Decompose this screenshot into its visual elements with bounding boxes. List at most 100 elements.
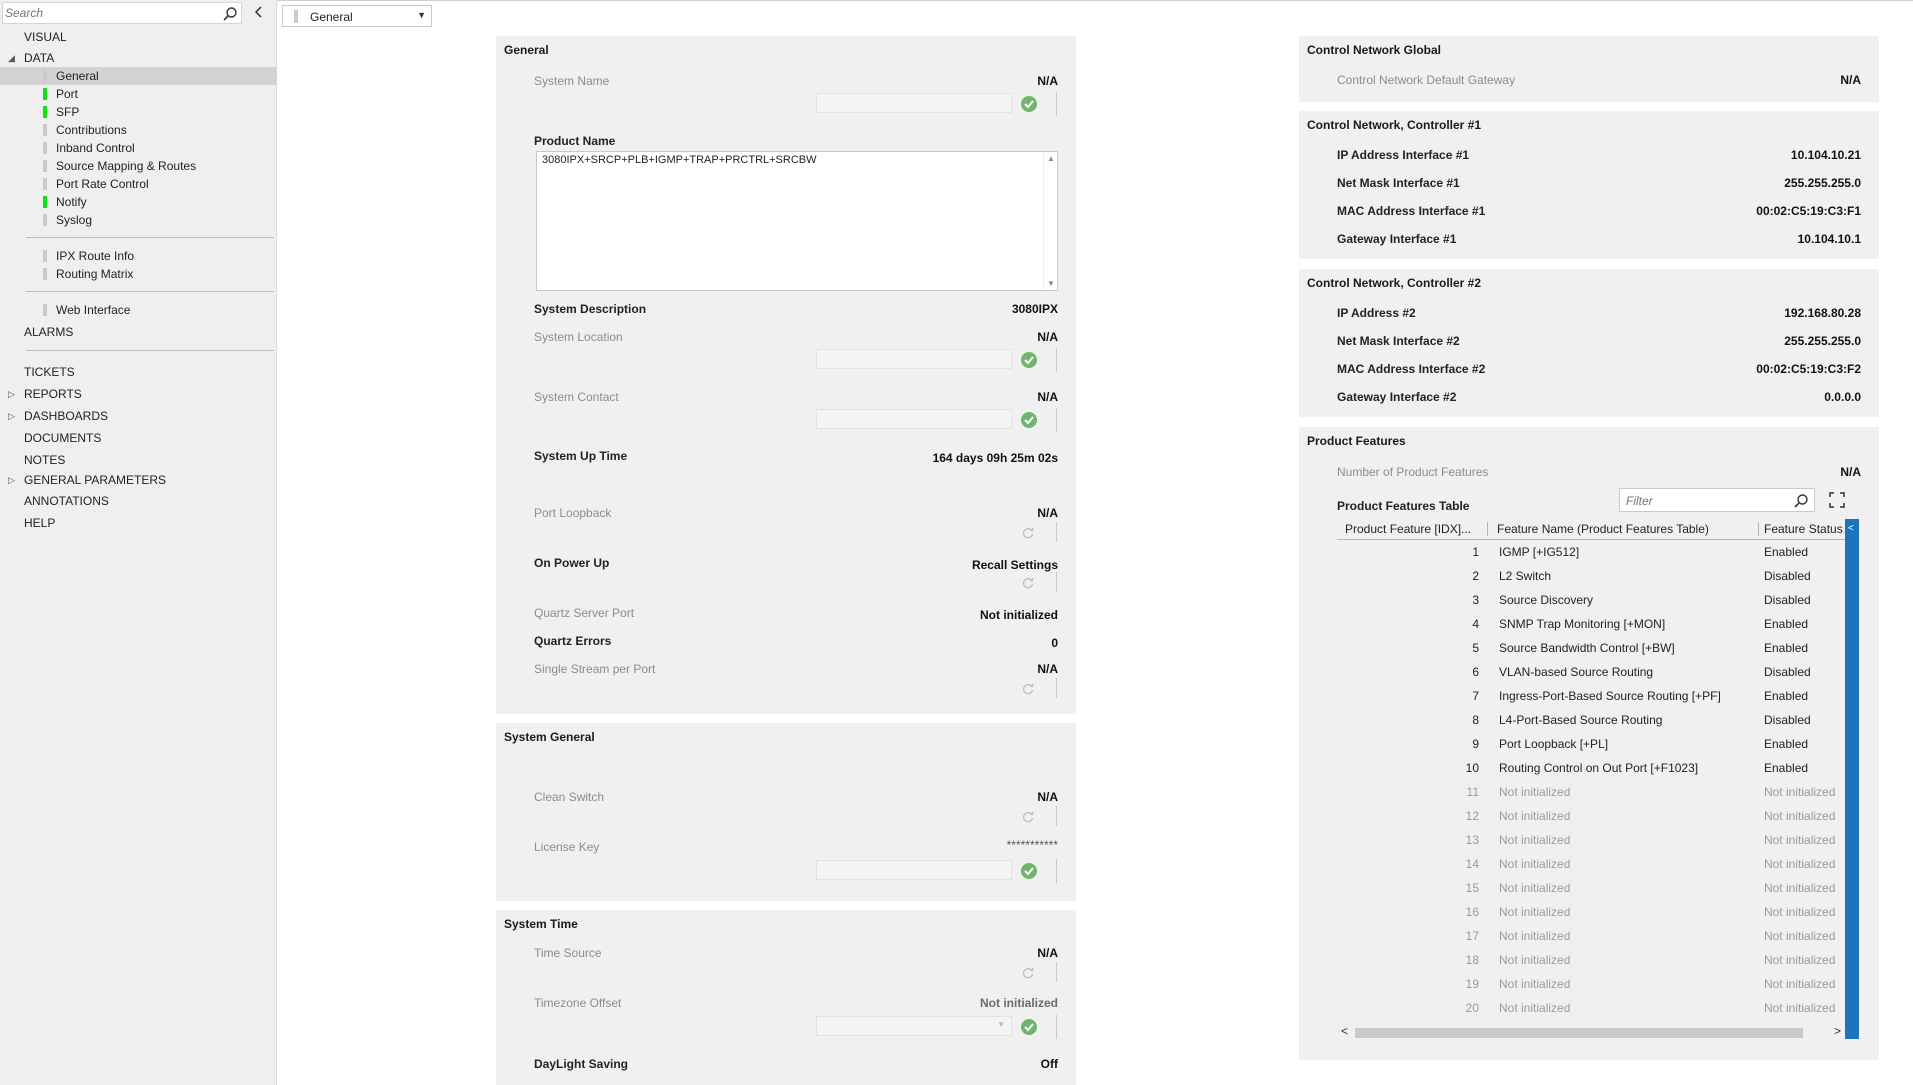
check-icon[interactable] [1020, 351, 1038, 369]
nav-general-parameters[interactable]: ▷ GENERAL PARAMETERS [0, 471, 277, 489]
sidebar-item-notify[interactable]: Notify [0, 193, 277, 211]
chevron-left-icon[interactable]: < [1848, 523, 1854, 534]
sidebar-item-general[interactable]: General [0, 67, 277, 85]
column-header-idx[interactable]: Product Feature [IDX]... [1345, 519, 1483, 539]
refresh-icon[interactable] [1021, 526, 1035, 540]
expand-arrow-icon[interactable]: ▷ [8, 385, 18, 403]
feature-index-cell: 13 [1465, 833, 1479, 847]
filter-input[interactable] [1626, 493, 1786, 509]
fullscreen-icon[interactable] [1828, 491, 1846, 509]
scroll-down-icon[interactable]: ▼ [1047, 279, 1055, 288]
column-header-status[interactable]: Feature Status... [1764, 519, 1844, 539]
table-row[interactable]: 2 L2 Switch Disabled [1337, 564, 1845, 588]
product-name-textarea[interactable]: 3080IPX+SRCP+PLB+IGMP+TRAP+PRCTRL+SRCBW … [536, 151, 1058, 291]
product-features-panel: Product Features Number of Product Featu… [1299, 427, 1879, 1060]
license-key-field[interactable] [816, 860, 1012, 880]
table-row[interactable]: 13 Not initialized Not initialized [1337, 828, 1845, 852]
refresh-icon[interactable] [1021, 576, 1035, 590]
sidebar-item-web-interface[interactable]: Web Interface [0, 301, 277, 319]
scroll-right-icon[interactable]: > [1834, 1024, 1841, 1038]
sidebar-item-source-mapping[interactable]: Source Mapping & Routes [0, 157, 277, 175]
chevron-down-icon[interactable]: ▼ [417, 10, 426, 20]
time-source-value: N/A [1037, 946, 1058, 960]
table-row[interactable]: 16 Not initialized Not initialized [1337, 900, 1845, 924]
check-icon[interactable] [1020, 862, 1038, 880]
table-row[interactable]: 20 Not initialized Not initialized [1337, 996, 1845, 1020]
nav-notes-label: NOTES [24, 453, 66, 467]
vertical-scrollbar[interactable]: < [1845, 519, 1859, 1039]
collapse-arrow-icon[interactable]: ◢ [8, 49, 18, 67]
table-row[interactable]: 6 VLAN-based Source Routing Disabled [1337, 660, 1845, 684]
sidebar-item-sfp[interactable]: SFP [0, 103, 277, 121]
nav-tickets[interactable]: TICKETS [0, 363, 277, 381]
scroll-up-icon[interactable]: ▲ [1047, 154, 1055, 163]
horizontal-scrollbar[interactable]: < > [1337, 1024, 1845, 1040]
feature-status-cell: Disabled [1764, 569, 1811, 583]
feature-index-cell: 3 [1472, 593, 1479, 607]
column-header-name[interactable]: Feature Name (Product Features Table) [1497, 519, 1753, 539]
table-row[interactable]: 7 Ingress-Port-Based Source Routing [+PF]… [1337, 684, 1845, 708]
sidebar-item-inband-control[interactable]: Inband Control [0, 139, 277, 157]
column-separator[interactable] [1758, 522, 1759, 536]
search-box[interactable] [2, 2, 242, 24]
panel-title: Control Network, Controller #1 [1307, 118, 1482, 132]
table-row[interactable]: 5 Source Bandwidth Control [+BW] Enabled [1337, 636, 1845, 660]
nav-notes[interactable]: NOTES [0, 451, 277, 469]
system-location-field[interactable] [816, 349, 1012, 369]
feature-name-cell: Not initialized [1499, 881, 1571, 895]
sidebar-item-port-rate-control[interactable]: Port Rate Control [0, 175, 277, 193]
search-icon[interactable] [222, 6, 238, 22]
chevron-down-icon[interactable]: ▼ [997, 1020, 1005, 1029]
divider [1056, 1015, 1057, 1039]
check-icon[interactable] [1020, 411, 1038, 429]
refresh-icon[interactable] [1021, 966, 1035, 980]
system-contact-field[interactable] [816, 409, 1012, 429]
column-separator[interactable] [1487, 522, 1488, 536]
nav-alarms[interactable]: ALARMS [0, 323, 277, 341]
page-select-dropdown[interactable]: General ▼ [282, 5, 432, 27]
sidebar-item-port[interactable]: Port [0, 85, 277, 103]
nav-documents[interactable]: DOCUMENTS [0, 429, 277, 447]
nav-dashboards[interactable]: ▷ DASHBOARDS [0, 407, 277, 425]
table-row[interactable]: 15 Not initialized Not initialized [1337, 876, 1845, 900]
sidebar-item-contributions[interactable]: Contributions [0, 121, 277, 139]
nav-reports[interactable]: ▷ REPORTS [0, 385, 277, 403]
table-row[interactable]: 17 Not initialized Not initialized [1337, 924, 1845, 948]
nav-visual[interactable]: VISUAL [0, 28, 277, 46]
table-row[interactable]: 8 L4-Port-Based Source Routing Disabled [1337, 708, 1845, 732]
sidebar-item-ipx-route-info[interactable]: IPX Route Info [0, 247, 277, 265]
sidebar-item-routing-matrix[interactable]: Routing Matrix [0, 265, 277, 283]
table-row[interactable]: 3 Source Discovery Disabled [1337, 588, 1845, 612]
nav-data[interactable]: ◢ DATA [0, 49, 277, 67]
scroll-left-icon[interactable]: < [1341, 1024, 1348, 1038]
check-icon[interactable] [1020, 95, 1038, 113]
search-input[interactable] [5, 5, 215, 21]
table-row[interactable]: 1 IGMP [+IG512] Enabled [1337, 540, 1845, 564]
scrollbar[interactable]: ▲ ▼ [1043, 152, 1057, 290]
table-row[interactable]: 19 Not initialized Not initialized [1337, 972, 1845, 996]
refresh-icon[interactable] [1021, 810, 1035, 824]
timezone-offset-select[interactable]: ▼ [816, 1016, 1012, 1036]
expand-arrow-icon[interactable]: ▷ [8, 407, 18, 425]
expand-arrow-icon[interactable]: ▷ [8, 471, 18, 489]
collapse-sidebar-icon[interactable] [252, 5, 266, 19]
check-icon[interactable] [1020, 1018, 1038, 1036]
sidebar-item-syslog[interactable]: Syslog [0, 211, 277, 229]
quartz-server-port-label: Quartz Server Port [534, 606, 635, 620]
nav-annotations[interactable]: ANNOTATIONS [0, 492, 277, 510]
system-name-field[interactable] [816, 93, 1012, 113]
table-row[interactable]: 11 Not initialized Not initialized [1337, 780, 1845, 804]
search-icon[interactable] [1793, 493, 1809, 509]
system-location-label: System Location [534, 330, 623, 344]
filter-box[interactable] [1619, 488, 1815, 512]
table-row[interactable]: 9 Port Loopback [+PL] Enabled [1337, 732, 1845, 756]
table-row[interactable]: 4 SNMP Trap Monitoring [+MON] Enabled [1337, 612, 1845, 636]
scroll-thumb[interactable] [1355, 1028, 1803, 1038]
table-row[interactable]: 14 Not initialized Not initialized [1337, 852, 1845, 876]
feature-name-cell: L4-Port-Based Source Routing [1499, 713, 1663, 727]
table-row[interactable]: 18 Not initialized Not initialized [1337, 948, 1845, 972]
table-row[interactable]: 12 Not initialized Not initialized [1337, 804, 1845, 828]
nav-help[interactable]: HELP [0, 514, 277, 532]
table-row[interactable]: 10 Routing Control on Out Port [+F1023] En… [1337, 756, 1845, 780]
refresh-icon[interactable] [1021, 682, 1035, 696]
